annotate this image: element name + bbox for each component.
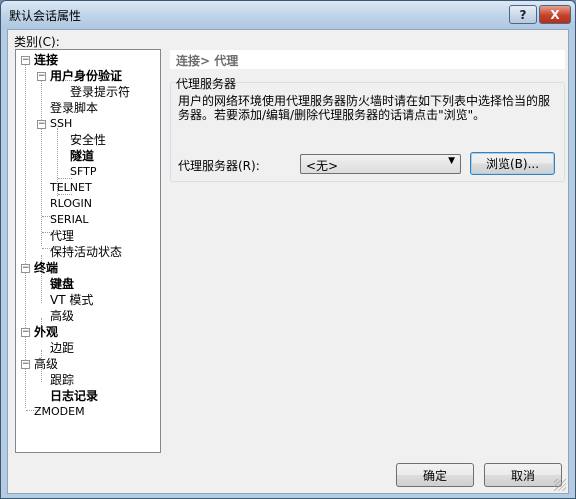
tree-item-proxy[interactable]: 代理 (50, 229, 74, 243)
proxy-server-select[interactable]: <无> ▼ (300, 154, 461, 174)
tree-item-login-script[interactable]: 登录脚本 (50, 101, 98, 115)
tree-item-sftp[interactable]: SFTP (70, 165, 96, 179)
title-bar[interactable]: 默认会话属性 ? X (1, 1, 575, 29)
expander-terminal[interactable]: − (21, 264, 30, 273)
ok-button[interactable]: 确定 (396, 463, 474, 487)
tree-item-ssh[interactable]: SSH (50, 117, 72, 131)
tree-item-trace[interactable]: 跟踪 (50, 373, 74, 387)
tree-item-margins[interactable]: 边距 (50, 341, 74, 355)
tree-item-logging[interactable]: 日志记录 (50, 389, 98, 403)
group-title: 代理服务器 (176, 77, 237, 91)
cancel-button[interactable]: 取消 (484, 463, 562, 487)
tree-line (41, 78, 42, 246)
tree-item-user-auth[interactable]: 用户身份验证 (50, 69, 122, 83)
window-title: 默认会话属性 (9, 9, 82, 23)
expander-connection[interactable]: − (21, 56, 30, 65)
tree-item-rlogin[interactable]: RLOGIN (50, 197, 92, 211)
tree-item-vt-mode[interactable]: VT 模式 (50, 293, 93, 307)
tree-item-terminal[interactable]: 终端 (34, 261, 58, 275)
tree-item-terminal-advanced[interactable]: 高级 (50, 309, 74, 323)
resize-grip-icon[interactable] (554, 479, 566, 491)
tree-item-tunnel[interactable]: 隧道 (70, 149, 94, 163)
tree-item-zmodem[interactable]: ZMODEM (34, 405, 85, 419)
close-button[interactable]: X (539, 5, 571, 24)
chevron-down-icon: ▼ (448, 156, 455, 166)
tree-item-connection[interactable]: 连接 (34, 53, 58, 67)
dialog-window: 默认会话属性 ? X 类别(C): − − − − − − 连接 用户身份验证 … (0, 0, 576, 499)
tree-line (25, 62, 26, 408)
browse-button[interactable]: 浏览(B)... (470, 152, 555, 175)
expander-appearance[interactable]: − (21, 328, 30, 337)
expander-ssh[interactable]: − (37, 120, 46, 129)
tree-item-security[interactable]: 安全性 (70, 133, 106, 147)
tree-item-telnet[interactable]: TELNET (50, 181, 92, 195)
category-label: 类别(C): (14, 35, 60, 49)
tree-item-appearance[interactable]: 外观 (34, 325, 58, 339)
help-button[interactable]: ? (509, 5, 537, 24)
page-header-breadcrumb: 连接> 代理 (170, 50, 565, 69)
dialog-client-area: 类别(C): − − − − − − 连接 用户身份验证 登录提示符 登录脚本 … (7, 29, 569, 494)
tree-item-serial[interactable]: SERIAL (50, 213, 88, 227)
category-tree[interactable]: − − − − − − 连接 用户身份验证 登录提示符 登录脚本 SSH 安全性… (15, 49, 161, 453)
tree-item-keyboard[interactable]: 键盘 (50, 277, 74, 291)
proxy-server-value: <无> (306, 159, 339, 173)
description-text: 用户的网络环境使用代理服务器防火墙时请在如下列表中选择恰当的服务器。若要添加/编… (178, 94, 551, 122)
expander-user-auth[interactable]: − (37, 72, 46, 81)
proxy-server-label: 代理服务器(R): (178, 159, 260, 173)
tree-item-login-prompts[interactable]: 登录提示符 (70, 85, 130, 99)
expander-advanced[interactable]: − (21, 360, 30, 369)
tree-item-advanced[interactable]: 高级 (34, 357, 58, 371)
tree-item-keepalive[interactable]: 保持活动状态 (50, 245, 122, 259)
